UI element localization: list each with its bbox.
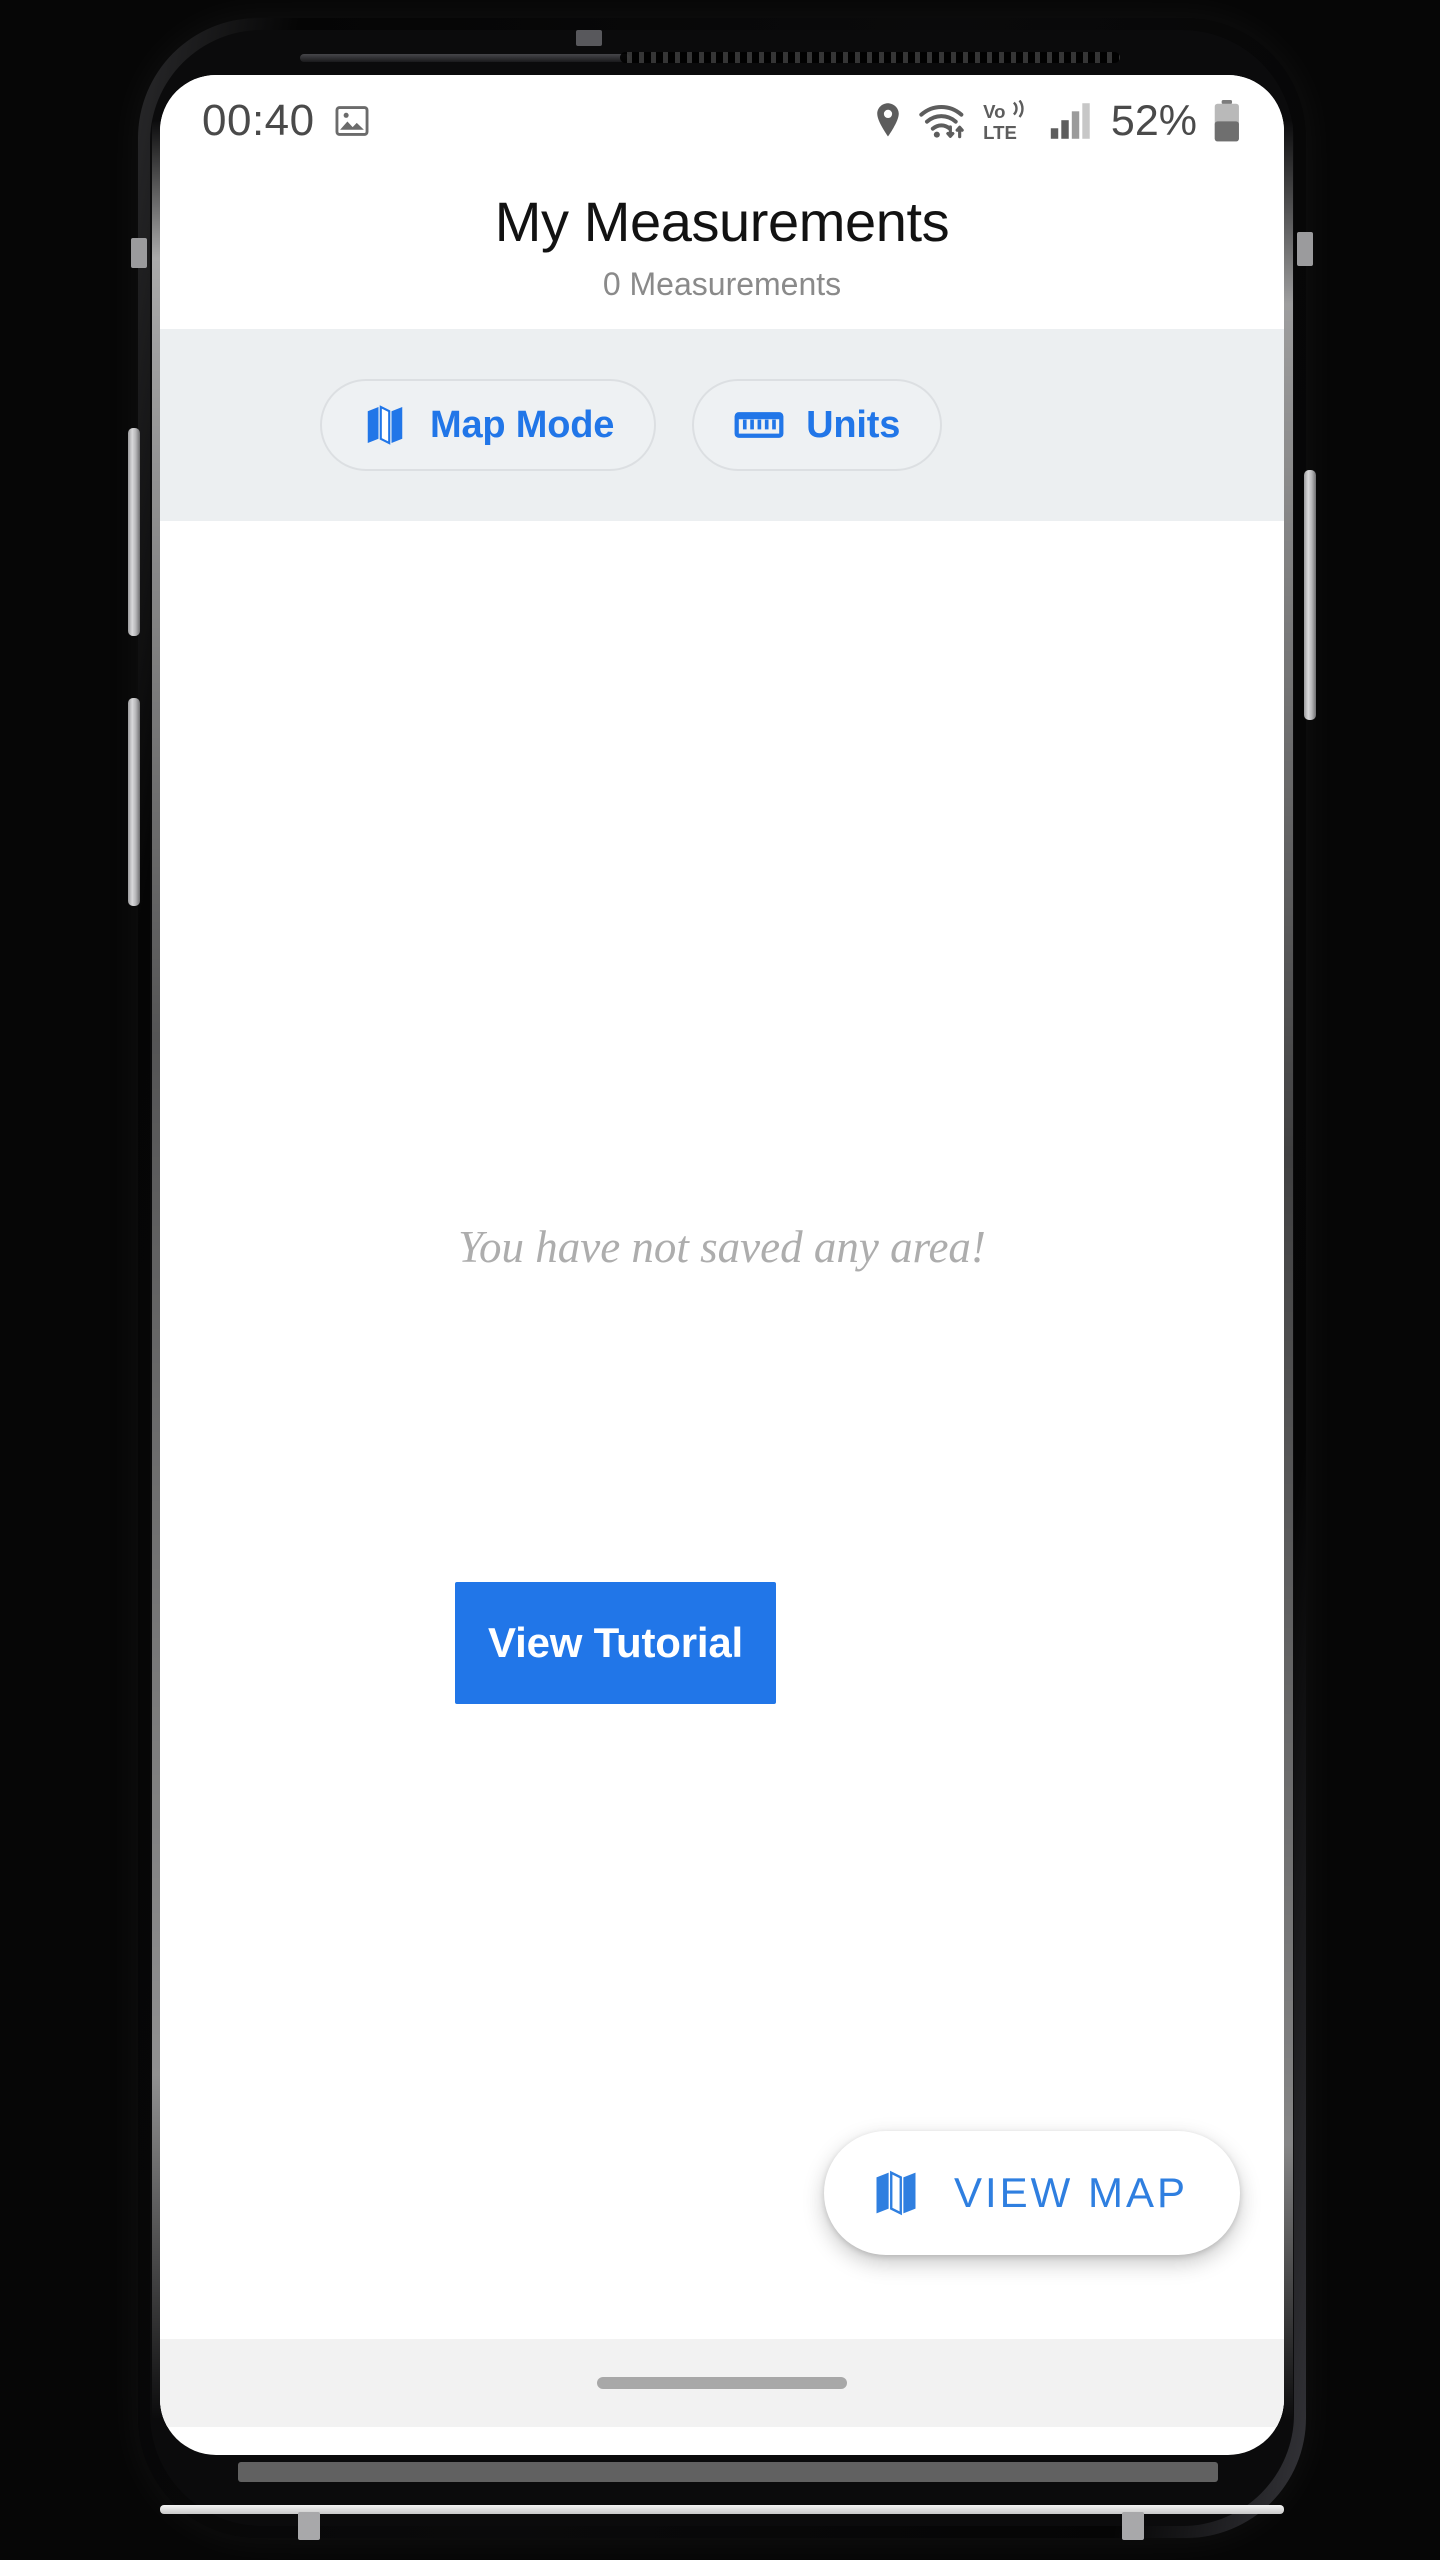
frame-antenna-nub-left xyxy=(298,2512,320,2540)
screenshot-root: 00:40 Vo LTE 52% My Measurements 0 Measu… xyxy=(0,0,1440,2560)
svg-text:LTE: LTE xyxy=(983,122,1017,142)
front-sensor xyxy=(576,30,602,46)
status-clock: 00:40 xyxy=(202,96,315,145)
svg-text:Vo: Vo xyxy=(983,101,1005,122)
units-chip[interactable]: Units xyxy=(692,379,943,472)
toolbar: Map Mode Units xyxy=(160,329,1284,522)
app-header: My Measurements 0 Measurements xyxy=(160,167,1284,330)
volume-up-button[interactable] xyxy=(128,428,140,636)
status-bar-left: 00:40 xyxy=(202,96,371,146)
status-bar: 00:40 Vo LTE 52% xyxy=(160,75,1284,167)
map-icon xyxy=(870,2167,922,2219)
units-chip-label: Units xyxy=(806,403,901,446)
ruler-icon xyxy=(734,403,784,447)
location-pin-icon xyxy=(871,101,905,141)
battery-percent-label: 52% xyxy=(1110,96,1197,145)
wifi-icon xyxy=(918,101,968,141)
map-mode-chip-label: Map Mode xyxy=(430,403,615,446)
earpiece-slot xyxy=(300,54,630,62)
battery-icon xyxy=(1212,99,1242,143)
photo-icon xyxy=(333,102,371,140)
phone-screen: 00:40 Vo LTE 52% My Measurements 0 Measu… xyxy=(160,75,1284,2455)
phone-edge-highlight-right xyxy=(1284,120,1293,2420)
map-mode-chip[interactable]: Map Mode xyxy=(320,379,657,472)
frame-antenna-line-right xyxy=(1297,232,1313,266)
phone-bottom-edge xyxy=(160,2505,1284,2514)
signal-bars-icon xyxy=(1050,101,1092,141)
measurements-list-area: You have not saved any area! View Tutori… xyxy=(160,521,1284,2428)
frame-antenna-nub-right xyxy=(1122,2512,1144,2540)
system-navigation-bar xyxy=(160,2339,1284,2428)
view-map-fab-label: VIEW MAP xyxy=(953,2169,1188,2217)
measurement-count-label: 0 Measurements xyxy=(602,266,842,303)
home-gesture-pill[interactable] xyxy=(597,2377,847,2390)
power-button[interactable] xyxy=(1304,470,1316,720)
map-icon xyxy=(362,402,408,448)
page-title: My Measurements xyxy=(494,190,950,253)
earpiece-grille xyxy=(620,52,1120,63)
phone-bottom-bezel xyxy=(238,2462,1218,2482)
view-tutorial-button[interactable]: View Tutorial xyxy=(455,1582,776,1705)
frame-antenna-line-left xyxy=(131,238,147,268)
volte-icon: Vo LTE xyxy=(981,99,1037,143)
view-map-fab[interactable]: VIEW MAP xyxy=(823,2131,1240,2256)
volume-down-button[interactable] xyxy=(128,698,140,906)
status-bar-right: Vo LTE 52% xyxy=(871,97,1242,146)
empty-state-message: You have not saved any area! xyxy=(458,1222,986,1273)
